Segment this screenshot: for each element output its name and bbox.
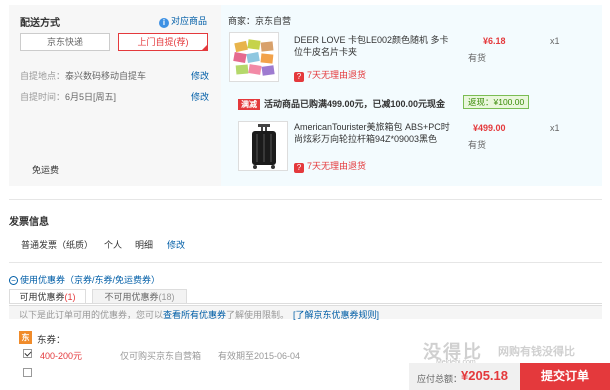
info-icon: i [159,18,169,28]
product-name-1[interactable]: DEER LOVE 卡包LE002颜色随机 多卡位牛皮名片卡夹 [294,34,454,58]
divider [9,199,602,200]
tab-available-coupons[interactable]: 可用优惠券(1) [9,289,86,304]
invoice-person: 个人 [104,240,123,250]
coupon-amount: 400-200元 [40,351,83,361]
coupon-rules-link[interactable]: [了解京东优惠券规则] [293,310,379,320]
shipping-title: 配送方式 [20,18,60,29]
express-delivery-option[interactable]: 京东快递 [20,33,110,51]
product-qty-2: x1 [550,123,560,133]
product-stock-1: 有货 [468,53,487,63]
coupon-checkbox[interactable] [23,349,32,358]
watermark-slogan: 网购有钱没得比 [498,346,575,358]
coupon-validity: 有效期至2015-06-04 [218,351,301,361]
divider [9,262,602,263]
invoice-modify-link[interactable]: 修改 [167,238,185,251]
tab-underline [9,303,602,304]
merchant-label: 商家：京东自营 [228,16,292,26]
return-policy-2: ? 7天无理由退货 [294,159,366,173]
dong-coupon-icon: 东 [19,331,32,344]
self-pickup-option[interactable]: 上门自提(荐) [118,33,208,51]
seven-day-return-icon: ? [294,163,304,173]
pickup-time-row: 自提时间：6月5日[周五] [20,92,117,102]
product-stock-2: 有货 [468,140,487,150]
selected-corner-icon [201,44,208,51]
product-image-cardholder[interactable] [229,32,279,82]
total-value: ¥205.18 [461,368,508,383]
pickup-point-modify-link[interactable]: 修改 [191,69,209,82]
seven-day-return-icon: ? [294,72,304,82]
coupon-toggle[interactable]: − 使用优惠券（京券/东券/免运费券） [9,273,160,286]
product-image-luggage[interactable] [238,121,288,171]
product-qty-1: x1 [550,36,560,46]
coupon-notice: 以下是此订单可用的优惠券，您可以查看所有优惠券了解使用限制。 [了解京东优惠券规则… [19,310,380,320]
shipping-section: 配送方式 i 对应商品 京东快递 上门自提(荐) 自提地点：泰兴数码移动自提车 修… [9,5,217,186]
submit-order-button[interactable]: 提交订单 [520,363,610,390]
product-name-2[interactable]: AmericanTourister美旅箱包 ABS+PC时尚炫彩万向轮拉杆箱94… [294,121,454,145]
view-all-coupons-link[interactable]: 查看所有优惠券 [163,310,226,320]
coupon-checkbox-2[interactable] [23,368,32,377]
dong-coupon-label: 东券： [37,335,66,346]
cashback-badge: 返现：¥100.00 [463,95,530,109]
promo-line: 满减 活动商品已购满499.00元，已减100.00元现金 [238,97,445,110]
product-price-1: ¥6.18 [483,36,506,46]
free-shipping-label: 免运费 [32,165,60,175]
invoice-type: 普通发票（纸质） [21,240,94,250]
product-price-2: ¥499.00 [473,123,506,133]
invoice-detail: 明细 [135,240,154,250]
tab-unavailable-coupons[interactable]: 不可用优惠券(18) [92,289,187,304]
match-products-link[interactable]: i 对应商品 [159,14,207,28]
order-summary-panel: 配送方式 i 对应商品 京东快递 上门自提(荐) 自提地点：泰兴数码移动自提车 修… [9,5,602,186]
products-section: 商家：京东自营 DEER LOVE 卡包LE002颜色随机 多卡位牛皮名片卡夹 … [221,5,602,186]
total-label: 应付总额： [417,374,463,384]
invoice-title: 发票信息 [9,217,49,228]
promo-tag: 满减 [238,99,260,110]
coupon-desc: 仅可购买京东自营箱 [120,351,202,361]
collapse-icon: − [9,276,18,285]
pickup-point-row: 自提地点：泰兴数码移动自提车 [20,71,147,81]
return-policy-1: ? 7天无理由退货 [294,68,366,82]
pickup-time-modify-link[interactable]: 修改 [191,90,209,103]
